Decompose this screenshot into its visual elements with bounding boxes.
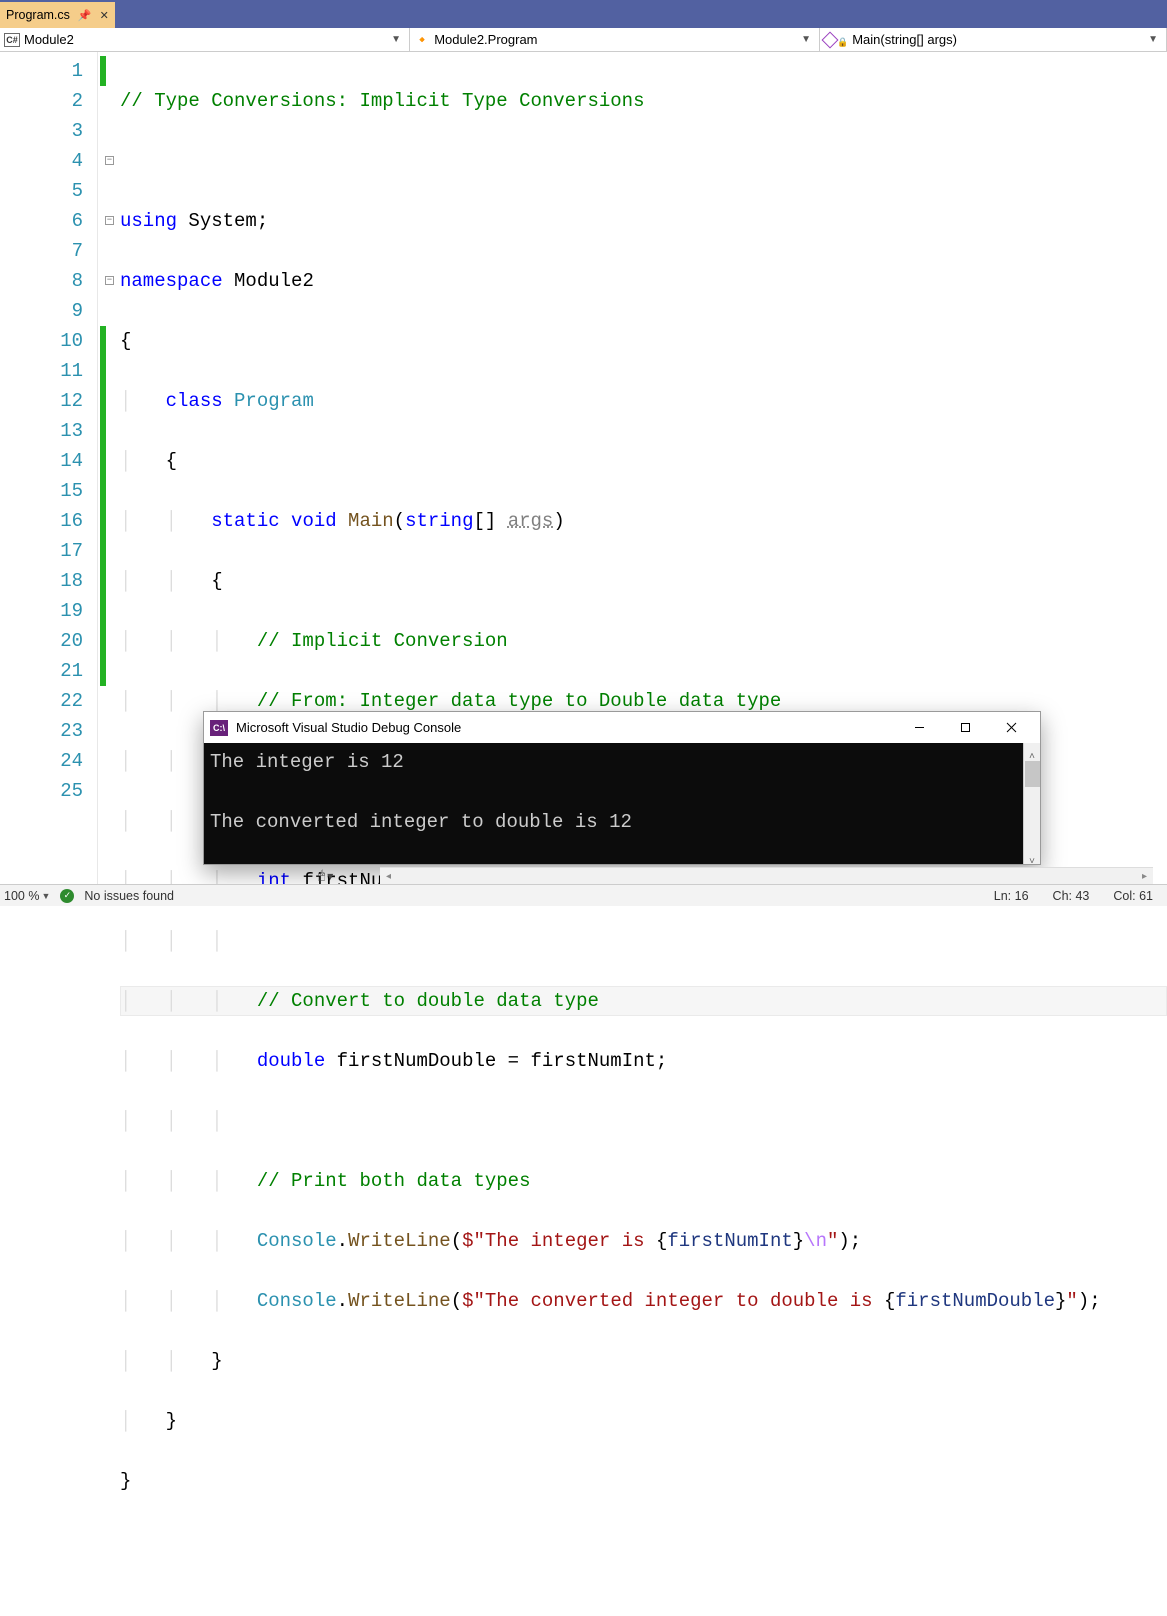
code-text: (	[394, 510, 405, 532]
code-text: string	[405, 510, 473, 532]
code-text: // From: Integer data type to Double dat…	[257, 690, 782, 712]
type-label: Module2.Program	[434, 32, 537, 47]
line-number-gutter: 1234567891011121314151617181920212223242…	[0, 52, 98, 884]
maximize-button[interactable]	[942, 712, 988, 743]
document-tab-strip: Program.cs 📌 ✕	[0, 0, 1167, 28]
member-dropdown[interactable]: 🔒 Main(string[] args) ▼	[820, 28, 1167, 51]
chevron-down-icon: ▾	[327, 869, 333, 883]
zoom-value: 100 %	[4, 889, 39, 903]
cursor-char: Ch: 43	[1053, 889, 1090, 903]
close-icon[interactable]: ✕	[100, 9, 109, 22]
code-text: {	[166, 450, 177, 472]
code-text: WriteLine	[348, 1230, 451, 1252]
fold-toggle[interactable]: −	[105, 216, 114, 225]
code-text: namespace	[120, 270, 223, 292]
scope-label: Module2	[24, 32, 74, 47]
code-text: .	[337, 1290, 348, 1312]
scrollbar-thumb[interactable]	[1025, 761, 1040, 787]
close-button[interactable]	[988, 712, 1034, 743]
code-text: $"The integer is	[462, 1230, 656, 1252]
code-text: (	[451, 1290, 462, 1312]
code-text: Module2	[223, 270, 314, 292]
code-text: // Type Conversions: Implicit Type Conve…	[120, 90, 645, 112]
code-text: double	[257, 1050, 325, 1072]
console-line: The integer is 12	[210, 747, 1034, 777]
code-text: Console	[257, 1290, 337, 1312]
code-text: []	[474, 510, 508, 532]
code-text: }	[211, 1350, 222, 1372]
code-text: using	[120, 210, 177, 232]
code-text: // Convert to double data type	[257, 990, 599, 1012]
member-label: Main(string[] args)	[852, 32, 957, 47]
code-text: void	[280, 510, 337, 532]
code-text: "	[1066, 1290, 1077, 1312]
chevron-down-icon: ▼	[1148, 34, 1162, 45]
chevron-down-icon: ▼	[801, 34, 815, 45]
code-text: }	[120, 1470, 131, 1492]
code-text: // Print both data types	[257, 1170, 531, 1192]
code-text: {	[120, 330, 131, 352]
navigation-bar: C# Module2 ▼ 🔸 Module2.Program ▼ 🔒 Main(…	[0, 28, 1167, 52]
check-icon: ✓	[60, 889, 74, 903]
code-text: \n	[804, 1230, 827, 1252]
class-icon: 🔸	[414, 32, 430, 48]
console-line: The converted integer to double is 12	[210, 807, 1034, 837]
code-text: System;	[177, 210, 268, 232]
minimize-button[interactable]	[896, 712, 942, 743]
code-text: (	[451, 1230, 462, 1252]
code-text: Console	[257, 1230, 337, 1252]
code-text: {	[884, 1290, 895, 1312]
type-dropdown[interactable]: 🔸 Module2.Program ▼	[410, 28, 820, 51]
scope-dropdown[interactable]: C# Module2 ▼	[0, 28, 410, 51]
code-text: );	[1078, 1290, 1101, 1312]
method-icon	[822, 31, 839, 48]
document-tab-program[interactable]: Program.cs 📌 ✕	[0, 2, 115, 28]
code-text: firstNumDouble	[895, 1290, 1055, 1312]
code-text: );	[838, 1230, 861, 1252]
console-title-text: Microsoft Visual Studio Debug Console	[236, 720, 461, 735]
code-text: Main	[337, 510, 394, 532]
zoom-dropdown[interactable]: 100 % ▼	[4, 889, 50, 903]
console-scrollbar[interactable]: ˄ ˅	[1023, 743, 1040, 864]
change-markers: − − −	[98, 52, 116, 884]
code-text: firstNumDouble = firstNumInt;	[325, 1050, 667, 1072]
code-text: static	[211, 510, 279, 532]
fold-toggle[interactable]: −	[105, 156, 114, 165]
code-text: }	[1055, 1290, 1066, 1312]
chevron-down-icon: ▼	[41, 891, 50, 901]
mouse-icon: 🖱	[318, 868, 325, 883]
code-text: args	[508, 510, 554, 532]
code-text: Program	[223, 390, 314, 412]
issues-label: No issues found	[84, 889, 174, 903]
scroll-left-icon[interactable]: ◂	[380, 868, 397, 885]
code-text: "	[827, 1230, 838, 1252]
code-text: {	[211, 570, 222, 592]
horizontal-scrollbar[interactable]: ◂ ▸	[380, 867, 1153, 884]
view-picker[interactable]: 🖱▾	[318, 867, 333, 884]
code-text: $"The converted integer to double is	[462, 1290, 884, 1312]
code-text: {	[656, 1230, 667, 1252]
code-text: .	[337, 1230, 348, 1252]
lock-icon: 🔒	[837, 37, 848, 48]
code-text: // Implicit Conversion	[257, 630, 508, 652]
code-text: }	[793, 1230, 804, 1252]
csharp-icon: C#	[4, 33, 20, 47]
status-bar: 100 % ▼ ✓ No issues found Ln: 16 Ch: 43 …	[0, 884, 1167, 906]
console-output[interactable]: The integer is 12 The converted integer …	[204, 743, 1040, 864]
tab-title: Program.cs	[6, 8, 70, 22]
fold-toggle[interactable]: −	[105, 276, 114, 285]
code-text: WriteLine	[348, 1290, 451, 1312]
code-text: class	[166, 390, 223, 412]
console-titlebar[interactable]: C:\ Microsoft Visual Studio Debug Consol…	[204, 712, 1040, 743]
pin-icon[interactable]: 📌	[78, 9, 92, 22]
code-text: firstNumInt	[667, 1230, 792, 1252]
console-app-icon: C:\	[210, 720, 228, 736]
cursor-col: Col: 61	[1113, 889, 1153, 903]
code-text: )	[553, 510, 564, 532]
chevron-down-icon: ▼	[391, 34, 405, 45]
cursor-line: Ln: 16	[994, 889, 1029, 903]
debug-console-window[interactable]: C:\ Microsoft Visual Studio Debug Consol…	[203, 711, 1041, 865]
scroll-right-icon[interactable]: ▸	[1136, 868, 1153, 885]
code-text: }	[166, 1410, 177, 1432]
